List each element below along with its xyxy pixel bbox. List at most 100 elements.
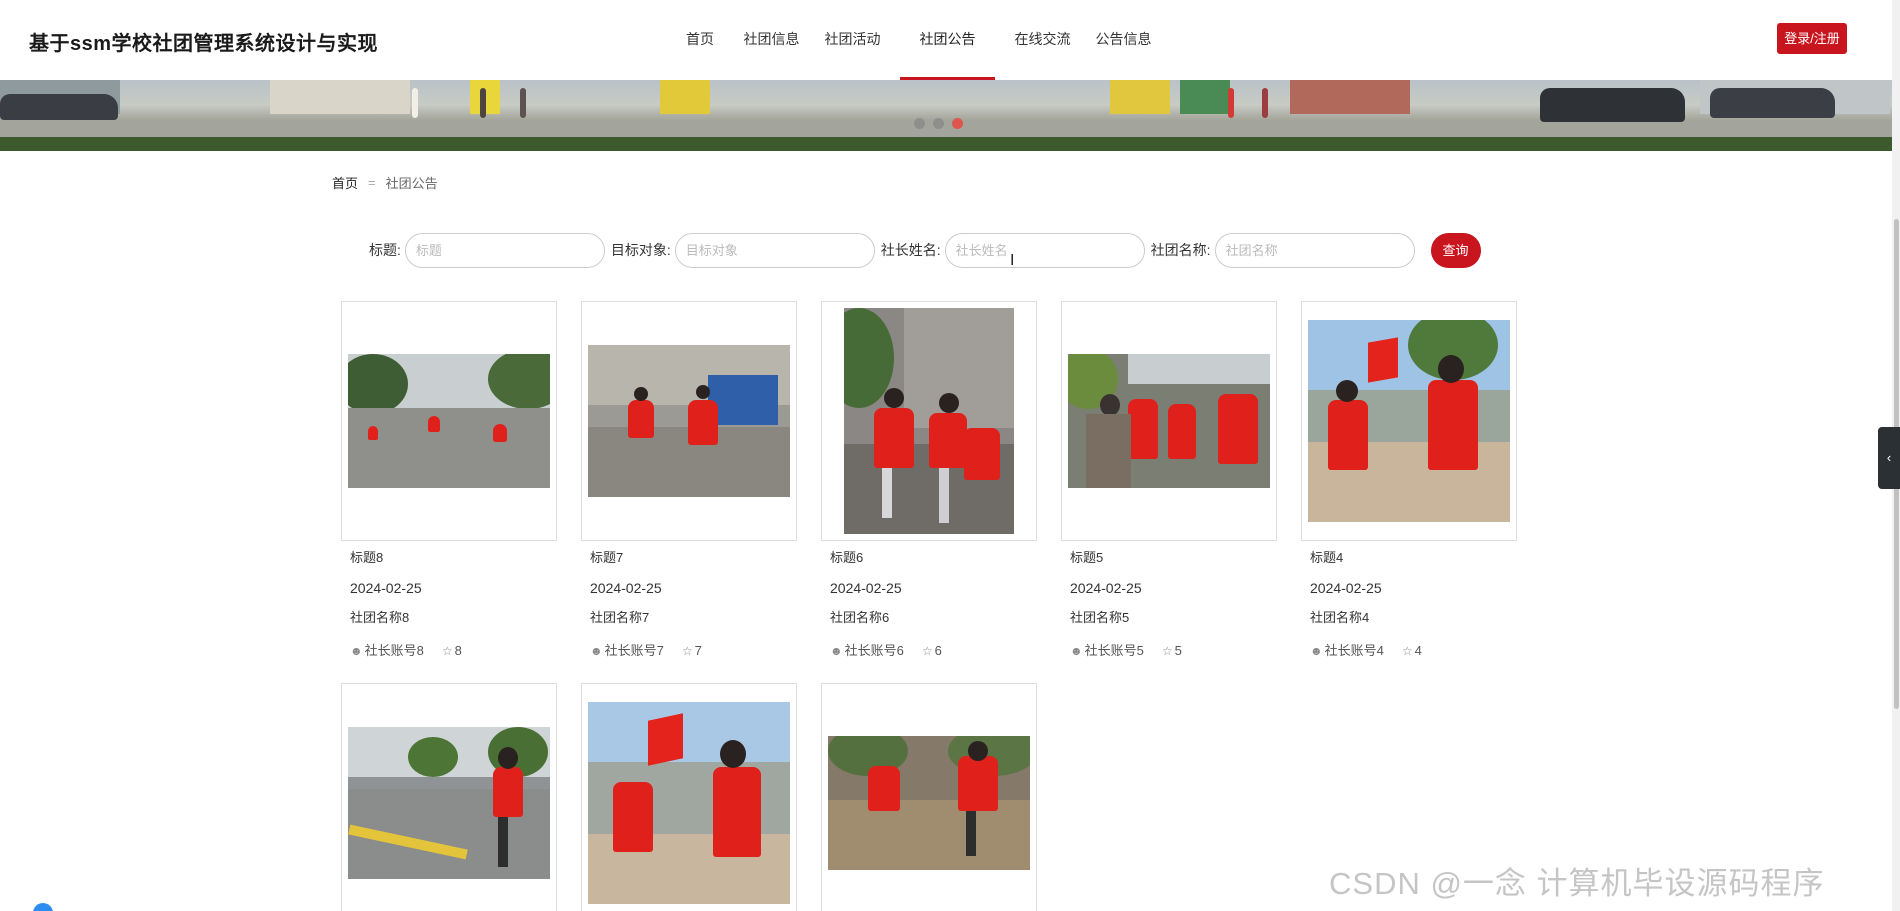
card-club-name: 社团名称6 (830, 610, 890, 625)
club-name-field-label: 社团名称: (1150, 242, 1211, 258)
card-image-frame[interactable] (1061, 301, 1277, 541)
site-title: 基于ssm学校社团管理系统设计与实现 (29, 33, 379, 55)
card-info: ☻ 社长账号7 ☆ 7 (590, 636, 788, 666)
card-photo (348, 354, 550, 488)
announcement-card[interactable] (581, 683, 797, 911)
card-meta: 标题4 2024-02-25 社团名称4 ☻ 社长账号4 ☆ 4 (1301, 541, 1517, 666)
card-image-frame[interactable] (821, 683, 1037, 911)
title-field-label: 标题: (369, 242, 401, 258)
card-title[interactable]: 标题7 (590, 546, 788, 576)
card-club-name: 社团名称7 (590, 610, 650, 625)
leader-name-input[interactable] (944, 232, 1145, 268)
card-date: 2024-02-25 (1070, 580, 1142, 596)
club-name-input[interactable] (1214, 232, 1415, 268)
card-image-frame[interactable] (821, 301, 1037, 541)
star-icon: ☆ (1161, 644, 1173, 658)
card-image-frame[interactable] (1301, 301, 1517, 541)
login-register-button[interactable]: 登录/注册 (1777, 23, 1847, 54)
watermark: CSDN @一念 计算机毕设源码程序 (1329, 866, 1825, 901)
search-form: 标题: 目标对象: 社长姓名: 社团名称: 查询 (369, 232, 1481, 268)
announcement-card[interactable]: 标题7 2024-02-25 社团名称7 ☻ 社长账号7 ☆ 7 (581, 301, 797, 666)
card-image-frame[interactable] (581, 683, 797, 911)
banner-building (270, 80, 410, 114)
card-account: 社长账号5 (1084, 643, 1144, 658)
site-header: 基于ssm学校社团管理系统设计与实现 首页 社团信息 社团活动 社团公告 在线交… (0, 0, 1900, 80)
card-account: 社长账号4 (1324, 643, 1384, 658)
card-title[interactable]: 标题6 (830, 546, 1028, 576)
card-date: 2024-02-25 (590, 580, 662, 596)
card-info: ☻ 社长账号6 ☆ 6 (830, 636, 1028, 666)
user-icon: ☻ (590, 644, 603, 658)
star-icon: ☆ (681, 644, 693, 658)
card-club-name: 社团名称8 (350, 610, 410, 625)
banner-building (660, 80, 710, 114)
nav-online-chat[interactable]: 在线交流 (995, 0, 1090, 80)
chevron-left-icon[interactable]: ‹ (1878, 427, 1900, 489)
target-input[interactable] (674, 232, 875, 268)
banner-person (480, 88, 486, 118)
card-likes: 7 (694, 643, 702, 658)
banner-car (1540, 88, 1685, 122)
card-likes: 4 (1414, 643, 1422, 658)
card-date: 2024-02-25 (830, 580, 902, 596)
card-image-frame[interactable] (341, 301, 557, 541)
user-icon: ☻ (350, 644, 363, 658)
announcement-card[interactable]: 标题4 2024-02-25 社团名称4 ☻ 社长账号4 ☆ 4 (1301, 301, 1517, 666)
card-likes: 5 (1174, 643, 1182, 658)
banner-carousel[interactable] (0, 80, 1892, 151)
breadcrumb-separator: = (368, 175, 376, 190)
title-input[interactable] (404, 232, 605, 268)
banner-person (520, 88, 526, 118)
user-icon: ☻ (830, 644, 843, 658)
carousel-dots (914, 118, 963, 129)
card-meta: 标题5 2024-02-25 社团名称5 ☻ 社长账号5 ☆ 5 (1061, 541, 1277, 666)
card-image-frame[interactable] (581, 301, 797, 541)
card-title[interactable]: 标题5 (1070, 546, 1268, 576)
breadcrumb-home[interactable]: 首页 (332, 173, 358, 192)
announcement-card[interactable]: 标题8 2024-02-25 社团名称8 ☻ 社长账号8 ☆ 8 (341, 301, 557, 666)
banner-building (1180, 80, 1230, 114)
star-icon: ☆ (1401, 644, 1413, 658)
announcement-card[interactable] (341, 683, 557, 911)
search-button[interactable]: 查询 (1430, 232, 1481, 268)
nav-club-announcements[interactable]: 社团公告 (900, 0, 995, 80)
nav-home[interactable]: 首页 (662, 0, 738, 80)
breadcrumb-current: 社团公告 (385, 176, 438, 191)
nav-notice-info[interactable]: 公告信息 (1090, 0, 1157, 80)
card-photo (844, 308, 1014, 534)
carousel-dot-active[interactable] (952, 118, 963, 129)
card-image-frame[interactable] (341, 683, 557, 911)
card-meta: 标题8 2024-02-25 社团名称8 ☻ 社长账号8 ☆ 8 (341, 541, 557, 666)
carousel-dot[interactable] (914, 118, 925, 129)
card-title[interactable]: 标题8 (350, 546, 548, 576)
announcement-card[interactable]: 标题6 2024-02-25 社团名称6 ☻ 社长账号6 ☆ 6 (821, 301, 1037, 666)
banner-person (412, 88, 418, 118)
card-photo (588, 345, 790, 497)
card-date: 2024-02-25 (1310, 580, 1382, 596)
star-icon: ☆ (441, 644, 453, 658)
announcement-card[interactable] (821, 683, 1037, 911)
banner-car (1710, 88, 1835, 118)
card-account: 社长账号7 (604, 643, 664, 658)
banner-building (1290, 80, 1410, 114)
card-title[interactable]: 标题4 (1310, 546, 1508, 576)
banner-car (0, 94, 118, 120)
chat-bubble-icon[interactable] (33, 903, 53, 911)
banner-person (1262, 88, 1268, 118)
card-club-name: 社团名称5 (1070, 610, 1130, 625)
card-info: ☻ 社长账号4 ☆ 4 (1310, 636, 1508, 666)
announcement-card[interactable]: 标题5 2024-02-25 社团名称5 ☻ 社长账号5 ☆ 5 (1061, 301, 1277, 666)
card-photo (1068, 354, 1270, 488)
banner-building (1110, 80, 1170, 114)
main-nav: 首页 社团信息 社团活动 社团公告 在线交流 公告信息 (662, 0, 1157, 80)
card-photo (588, 702, 790, 904)
card-info: ☻ 社长账号8 ☆ 8 (350, 636, 548, 666)
carousel-dot[interactable] (933, 118, 944, 129)
banner-hedge (0, 137, 1892, 151)
card-likes: 6 (934, 643, 942, 658)
nav-club-activities[interactable]: 社团活动 (805, 0, 900, 80)
card-club-name: 社团名称4 (1310, 610, 1370, 625)
card-account: 社长账号8 (364, 643, 424, 658)
leader-name-field-label: 社长姓名: (880, 242, 941, 258)
nav-club-info[interactable]: 社团信息 (738, 0, 805, 80)
